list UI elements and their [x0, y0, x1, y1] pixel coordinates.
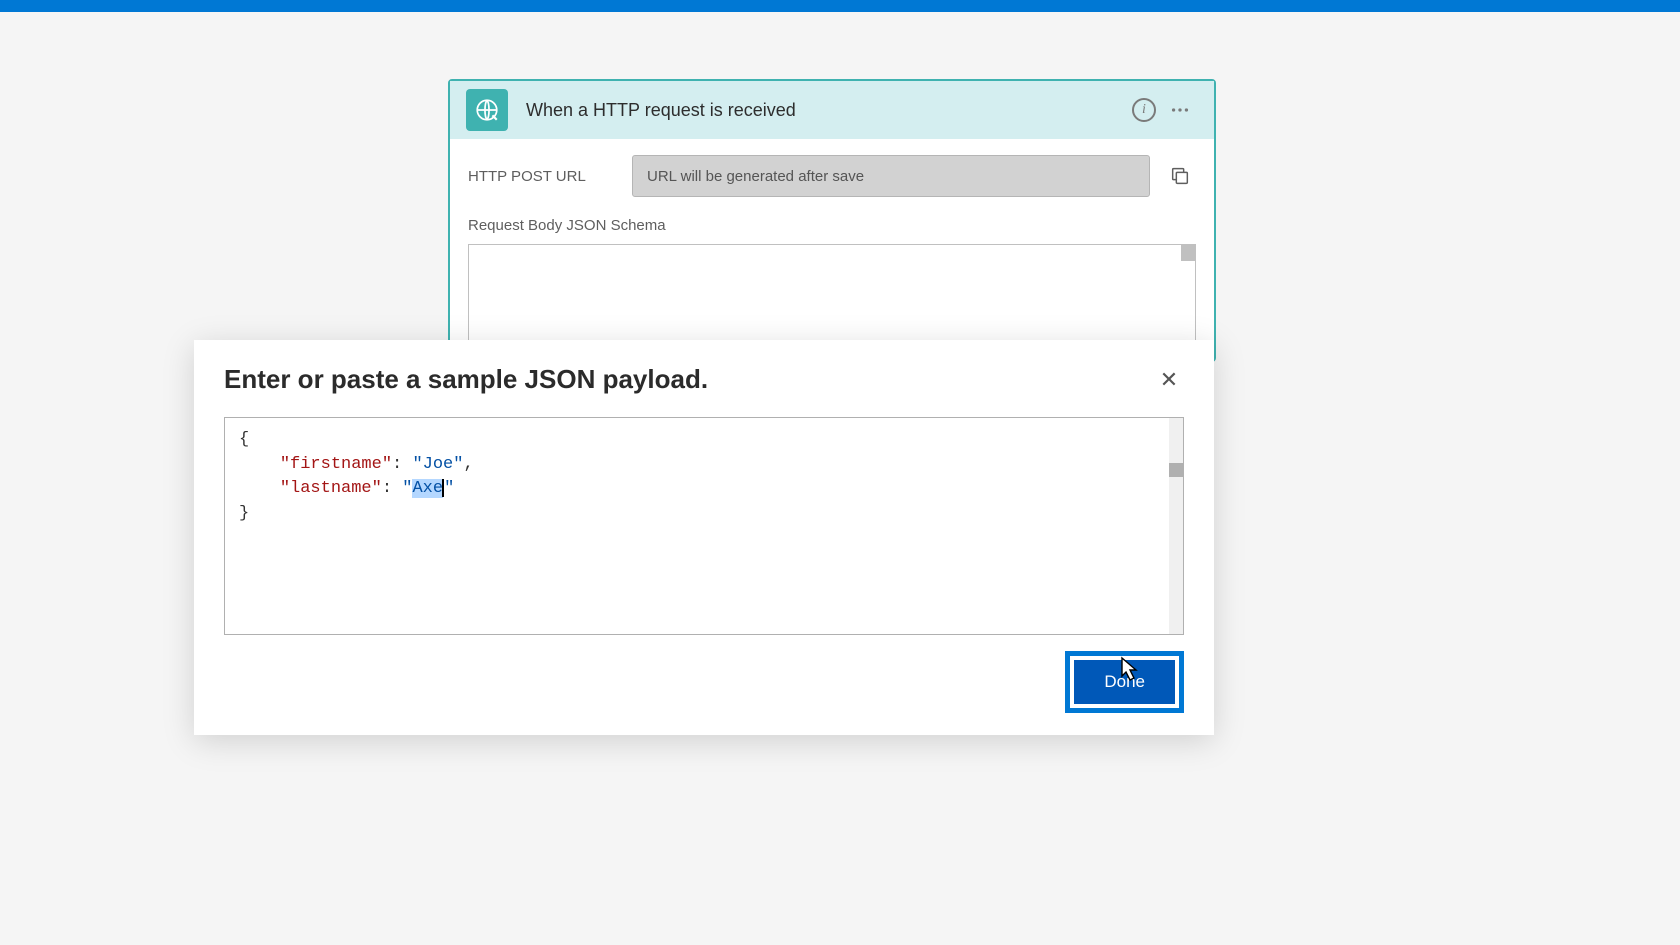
trigger-title: When a HTTP request is received: [526, 100, 1126, 121]
url-label: HTTP POST URL: [468, 168, 618, 185]
modal-footer: Done: [224, 651, 1184, 713]
trigger-body: HTTP POST URL URL will be generated afte…: [450, 139, 1214, 360]
info-icon[interactable]: i: [1126, 92, 1162, 128]
json-val-lastname-selected: Axe: [412, 479, 443, 498]
json-brace-open: {: [239, 430, 249, 449]
schema-label: Request Body JSON Schema: [468, 217, 1196, 234]
json-payload-editor[interactable]: { "firstname": "Joe", "lastname": "Axe" …: [224, 417, 1184, 635]
sample-payload-modal: Enter or paste a sample JSON payload. ✕ …: [194, 340, 1214, 735]
done-button[interactable]: Done: [1074, 660, 1175, 704]
url-input: URL will be generated after save: [632, 155, 1150, 197]
http-trigger-card: When a HTTP request is received i HTTP P…: [448, 79, 1216, 362]
modal-header: Enter or paste a sample JSON payload. ✕: [224, 364, 1184, 395]
http-request-icon: [466, 89, 508, 131]
schema-textarea[interactable]: [468, 244, 1196, 344]
json-key-lastname: "lastname": [280, 479, 382, 498]
done-button-highlight: Done: [1065, 651, 1184, 713]
json-scrollbar-thumb[interactable]: [1169, 463, 1183, 477]
trigger-header[interactable]: When a HTTP request is received i: [450, 81, 1214, 139]
json-val-firstname: "Joe": [412, 455, 463, 474]
modal-title: Enter or paste a sample JSON payload.: [224, 364, 708, 395]
json-scrollbar-track[interactable]: [1169, 418, 1183, 634]
top-app-bar: [0, 0, 1680, 12]
json-brace-close: }: [239, 504, 249, 523]
schema-scrollbar[interactable]: [1181, 245, 1195, 261]
url-placeholder: URL will be generated after save: [647, 168, 864, 185]
json-key-firstname: "firstname": [280, 455, 392, 474]
copy-url-icon[interactable]: [1164, 160, 1196, 192]
close-icon[interactable]: ✕: [1154, 365, 1184, 395]
url-row: HTTP POST URL URL will be generated afte…: [468, 155, 1196, 197]
more-options-icon[interactable]: [1162, 92, 1198, 128]
